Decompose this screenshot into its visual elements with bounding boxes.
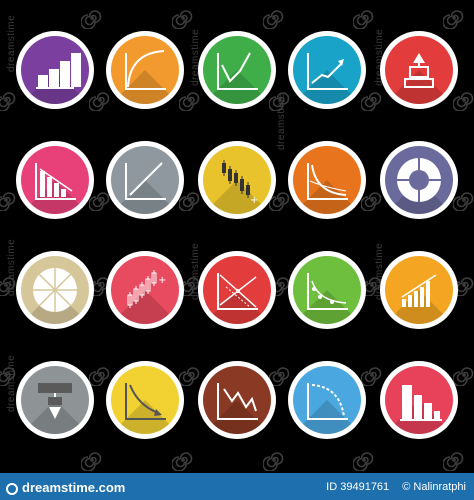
- bar-chart-growth-icon[interactable]: [380, 251, 458, 329]
- watermark-spiral-icon: [0, 92, 16, 111]
- bar-chart-growth-icon-graphic: [385, 256, 453, 324]
- watermark-spiral-icon: [443, 452, 464, 471]
- pie-chart-icon[interactable]: [16, 251, 94, 329]
- footer-site-label: dreamstime.com: [22, 480, 126, 495]
- intersecting-lines-icon[interactable]: [198, 251, 276, 329]
- bar-chart-down-icon[interactable]: [16, 141, 94, 219]
- curve-up-icon-graphic: [111, 36, 179, 104]
- donut-chart-icon-graphic: [385, 146, 453, 214]
- copyright-icon: ©: [402, 481, 411, 493]
- flow-boxes-down-icon-graphic: [21, 366, 89, 434]
- diagonal-line-icon[interactable]: [106, 141, 184, 219]
- bar-chart-up-icon[interactable]: [16, 31, 94, 109]
- donut-chart-icon[interactable]: [380, 141, 458, 219]
- diagonal-line-icon-graphic: [111, 146, 179, 214]
- bar-chart-down-icon-graphic: [21, 146, 89, 214]
- zigzag-down-icon[interactable]: [198, 361, 276, 439]
- bar-chart-up-icon-graphic: [21, 36, 89, 104]
- trend-up-arrow-icon-graphic: [293, 36, 361, 104]
- candlestick-down-icon[interactable]: +: [198, 141, 276, 219]
- descending-curve-points-icon[interactable]: [288, 251, 366, 329]
- footer-credit: ID 39491761 © Nalinratphi: [326, 481, 466, 493]
- icon-sheet: dreamstime dreamstime dreamstime dreamstime…: [0, 0, 474, 473]
- watermark-spiral-icon: [172, 452, 193, 471]
- author-name: Nalinratphi: [413, 481, 466, 493]
- watermark-spiral-icon: [263, 10, 284, 29]
- stacked-boxes-icon-graphic: [385, 36, 453, 104]
- dreamstime-logo-icon: [6, 483, 18, 495]
- curve-down-arrow-icon[interactable]: [106, 361, 184, 439]
- trend-up-arrow-icon[interactable]: [288, 31, 366, 109]
- watermark-spiral-icon: [353, 10, 374, 29]
- pie-chart-icon-graphic: [21, 256, 89, 324]
- descending-curve-points-icon-graphic: [293, 256, 361, 324]
- watermark-spiral-icon: [81, 452, 102, 471]
- zigzag-up-icon-graphic: [203, 36, 271, 104]
- svg-text:+: +: [158, 275, 166, 286]
- curve-down-arrow-icon-graphic: [111, 366, 179, 434]
- candlestick-down-icon-graphic: +: [203, 146, 271, 214]
- zigzag-down-icon-graphic: [203, 366, 271, 434]
- arc-down-icon-graphic: [293, 366, 361, 434]
- decay-curve-icon-graphic: [293, 146, 361, 214]
- watermark-text: dreamstime: [276, 92, 287, 150]
- zigzag-up-icon[interactable]: [198, 31, 276, 109]
- bar-chart-decline-icon-graphic: [385, 366, 453, 434]
- arc-down-icon[interactable]: [288, 361, 366, 439]
- candlestick-up-icon-graphic: +: [111, 256, 179, 324]
- bar-chart-decline-icon[interactable]: [380, 361, 458, 439]
- footer-site[interactable]: dreamstime.com: [6, 480, 125, 495]
- watermark-spiral-icon: [353, 452, 374, 471]
- watermark-spiral-icon: [443, 10, 464, 29]
- image-id: ID 39491761: [326, 481, 390, 493]
- flow-boxes-down-icon[interactable]: [16, 361, 94, 439]
- stacked-boxes-icon[interactable]: [380, 31, 458, 109]
- watermark-spiral-icon: [81, 10, 102, 29]
- intersecting-lines-icon-graphic: [203, 256, 271, 324]
- svg-text:+: +: [250, 195, 258, 206]
- watermark-spiral-icon: [263, 452, 284, 471]
- watermark-spiral-icon: [0, 192, 16, 211]
- footer-bar: dreamstime.com ID 39491761 © Nalinratphi: [0, 473, 474, 500]
- candlestick-up-icon[interactable]: +: [106, 251, 184, 329]
- watermark-spiral-icon: [172, 10, 193, 29]
- curve-up-icon[interactable]: [106, 31, 184, 109]
- decay-curve-icon[interactable]: [288, 141, 366, 219]
